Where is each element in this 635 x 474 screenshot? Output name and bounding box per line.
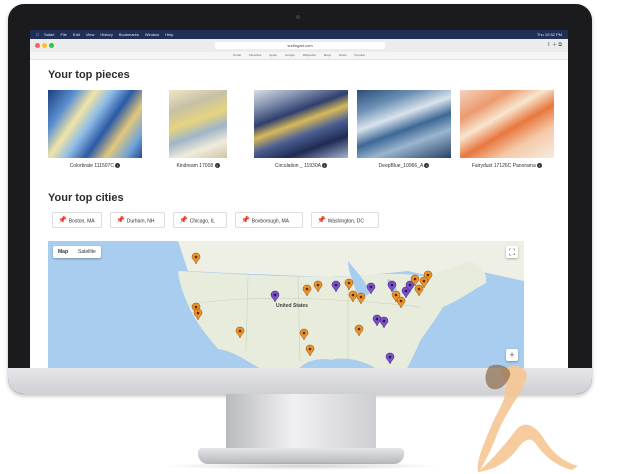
piece-caption[interactable]: Circulation _ 11930A [275, 163, 321, 169]
piece-card[interactable]: DeepBlue_10966_A i [357, 90, 451, 169]
bookmark-link[interactable]: Popular [355, 52, 365, 59]
menu-item[interactable]: Help [165, 30, 173, 39]
camera-icon [296, 15, 300, 19]
piece-card[interactable]: Colorbrate 111507C i [48, 90, 142, 169]
share-icon[interactable]: ⇪ ＋ ⧉ [546, 41, 562, 48]
paint-brushstroke-decoration [477, 364, 578, 472]
info-icon[interactable]: i [214, 163, 220, 169]
menu-item[interactable]: File [60, 30, 66, 39]
pushpin-icon: 📌 [58, 217, 67, 224]
menu-item[interactable]: History [100, 30, 112, 39]
us-landmass [178, 261, 487, 370]
zoom-window-button[interactable] [49, 43, 54, 48]
close-window-button[interactable] [35, 43, 40, 48]
artwork-thumbnail[interactable] [48, 90, 142, 158]
city-chip[interactable]: 📌 Boston, MA [52, 212, 102, 228]
zoom-in-button[interactable]: + [506, 349, 518, 361]
piece-card[interactable]: Kindream 17008 i [151, 90, 245, 169]
info-icon[interactable]: i [537, 163, 543, 169]
map-type-map[interactable]: Map [53, 246, 73, 258]
piece-caption[interactable]: Colorbrate 111507C [70, 163, 114, 169]
piece-caption[interactable]: Fairydust 17126C Panorama [472, 163, 536, 169]
piece-caption[interactable]: DeepBlue_10966_A [379, 163, 424, 169]
bookmark-link[interactable]: Portal [233, 52, 241, 59]
bookmarks-bar: Portal Favorites Apple Google Wikipedia … [30, 52, 568, 60]
mac-menubar:  Safari File Edit View History Bookmark… [30, 30, 568, 39]
city-map[interactable]: United States Map Satellite ⛶ + [48, 241, 524, 370]
menu-item[interactable]: Window [145, 30, 159, 39]
pushpin-icon: 📌 [179, 217, 188, 224]
top-cities-heading: Your top cities [48, 192, 124, 204]
piece-card[interactable]: Circulation _ 11930A i [254, 90, 348, 169]
menu-item[interactable]: Bookmarks [119, 30, 139, 39]
bookmark-link[interactable]: Apple [269, 52, 277, 59]
artwork-thumbnail[interactable] [254, 90, 348, 158]
city-label: Chicago, IL [189, 218, 216, 225]
artwork-thumbnail[interactable] [169, 90, 227, 158]
city-label: Durham, NH [126, 218, 155, 225]
city-chip[interactable]: 📌 Boxborough, MA [235, 212, 303, 228]
stand-shadow [160, 462, 444, 470]
pushpin-icon: 📌 [116, 217, 125, 224]
info-icon[interactable]: i [115, 163, 121, 169]
map-type-satellite[interactable]: Satellite [73, 246, 101, 258]
apple-icon[interactable]:  [36, 30, 39, 39]
map-type-toggle[interactable]: Map Satellite [53, 246, 101, 258]
pushpin-icon: 📌 [317, 217, 326, 224]
artwork-thumbnail[interactable] [357, 90, 451, 158]
minimize-window-button[interactable] [42, 43, 47, 48]
city-chip[interactable]: 📌 Chicago, IL [173, 212, 227, 228]
pacific-water [48, 281, 188, 370]
bookmark-link[interactable]: Google [285, 52, 295, 59]
city-chip[interactable]: 📌 Washington, DC [311, 212, 379, 228]
top-pieces-heading: Your top pieces [48, 69, 130, 81]
fullscreen-icon[interactable]: ⛶ [506, 246, 518, 258]
city-label: Boxborough, MA [251, 218, 289, 225]
menu-item[interactable]: View [86, 30, 95, 39]
menu-item[interactable]: Safari [44, 30, 54, 39]
city-label: Washington, DC [327, 218, 364, 225]
menu-items: Safari File Edit View History Bookmarks … [44, 30, 173, 39]
address-bar[interactable]: surfingart.com [215, 42, 385, 49]
pushpin-icon: 📌 [241, 217, 250, 224]
monitor-frame:  Safari File Edit View History Bookmark… [8, 4, 592, 394]
browser-toolbar: surfingart.com ⇪ ＋ ⧉ [30, 39, 568, 53]
info-icon[interactable]: i [322, 163, 328, 169]
piece-caption[interactable]: Kindream 17008 [176, 163, 213, 169]
bookmark-link[interactable]: Wikipedia [303, 52, 316, 59]
map-canvas[interactable]: United States [48, 241, 524, 370]
bookmark-link[interactable]: Maps [324, 52, 331, 59]
piece-card[interactable]: Fairydust 17126C Panorama i [460, 90, 554, 169]
screen:  Safari File Edit View History Bookmark… [30, 30, 568, 370]
artwork-thumbnail[interactable] [460, 90, 554, 158]
city-chip[interactable]: 📌 Durham, NH [110, 212, 165, 228]
menubar-clock: Thu 10:52 PM [536, 32, 562, 37]
bookmark-link[interactable]: Favorites [249, 52, 261, 59]
city-label: Boston, MA [68, 218, 95, 225]
monitor-stand [226, 394, 376, 450]
bookmark-link[interactable]: News [339, 52, 347, 59]
menu-item[interactable]: Edit [73, 30, 80, 39]
country-label: United States [276, 303, 308, 309]
info-icon[interactable]: i [424, 163, 430, 169]
